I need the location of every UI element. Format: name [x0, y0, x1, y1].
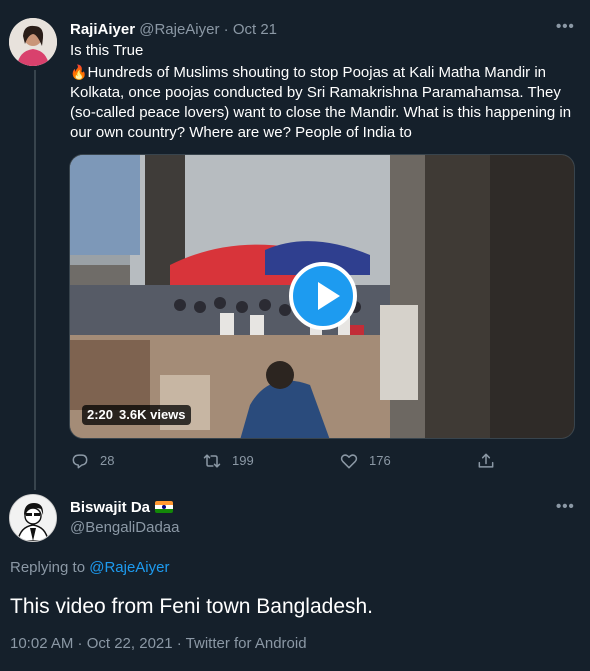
share-action[interactable] [476, 451, 506, 471]
tweet-body-text: Hundreds of Muslims shouting to stop Poo… [70, 64, 572, 141]
fire-icon: 🔥 [70, 64, 88, 80]
replying-prefix: Replying to [10, 559, 86, 576]
video-views: 3.6K views [119, 407, 186, 422]
reply-author-avatar[interactable] [9, 494, 57, 542]
reply-author-handle[interactable]: @BengaliDadaa [70, 518, 179, 538]
reply-author-name-row[interactable]: Biswajit Da [70, 498, 174, 518]
play-icon [318, 282, 340, 310]
play-button[interactable] [289, 262, 357, 330]
india-flag-icon [155, 501, 174, 513]
more-icon[interactable]: ••• [556, 498, 575, 515]
reply-timestamp[interactable]: 10:02 AM · Oct 22, 2021 · Twitter for An… [10, 634, 307, 654]
retweet-count: 199 [232, 453, 254, 468]
tweet-date[interactable]: Oct 21 [233, 21, 277, 38]
separator-dot: · [223, 21, 229, 38]
retweet-icon [203, 454, 221, 468]
author-handle[interactable]: @RajeAiyer [139, 21, 219, 38]
reply-action[interactable]: 28 [70, 451, 114, 471]
tweet: RajiAiyer @RajeAiyer · Oct 21 Is this Tr… [70, 20, 575, 143]
tweet-header: RajiAiyer @RajeAiyer · Oct 21 [70, 20, 575, 40]
reply-count: 28 [100, 453, 115, 468]
thread-connector-line [34, 70, 36, 490]
author-name[interactable]: RajiAiyer [70, 21, 135, 38]
reply-icon [72, 454, 88, 469]
reply-author-name: Biswajit Da [70, 499, 151, 516]
retweet-action[interactable]: 199 [202, 451, 254, 471]
like-count: 176 [369, 453, 391, 468]
tweet-text-body: 🔥Hundreds of Muslims shouting to stop Po… [70, 62, 575, 143]
reply-avatar-image [10, 495, 56, 541]
replying-to-link[interactable]: @RajeAiyer [89, 559, 169, 576]
like-action[interactable]: 176 [339, 451, 391, 471]
avatar-image [9, 18, 57, 66]
tweet-text-line1: Is this True [70, 42, 144, 59]
reply-text: This video from Feni town Bangladesh. [10, 595, 374, 618]
author-avatar[interactable] [9, 18, 57, 66]
video-duration: 2:20 [87, 407, 114, 422]
replying-to-line: Replying to @RajeAiyer [10, 558, 169, 578]
like-icon [340, 454, 358, 469]
share-icon [478, 453, 494, 468]
video-stats-badge: 2:20 3.6K views [82, 405, 191, 425]
